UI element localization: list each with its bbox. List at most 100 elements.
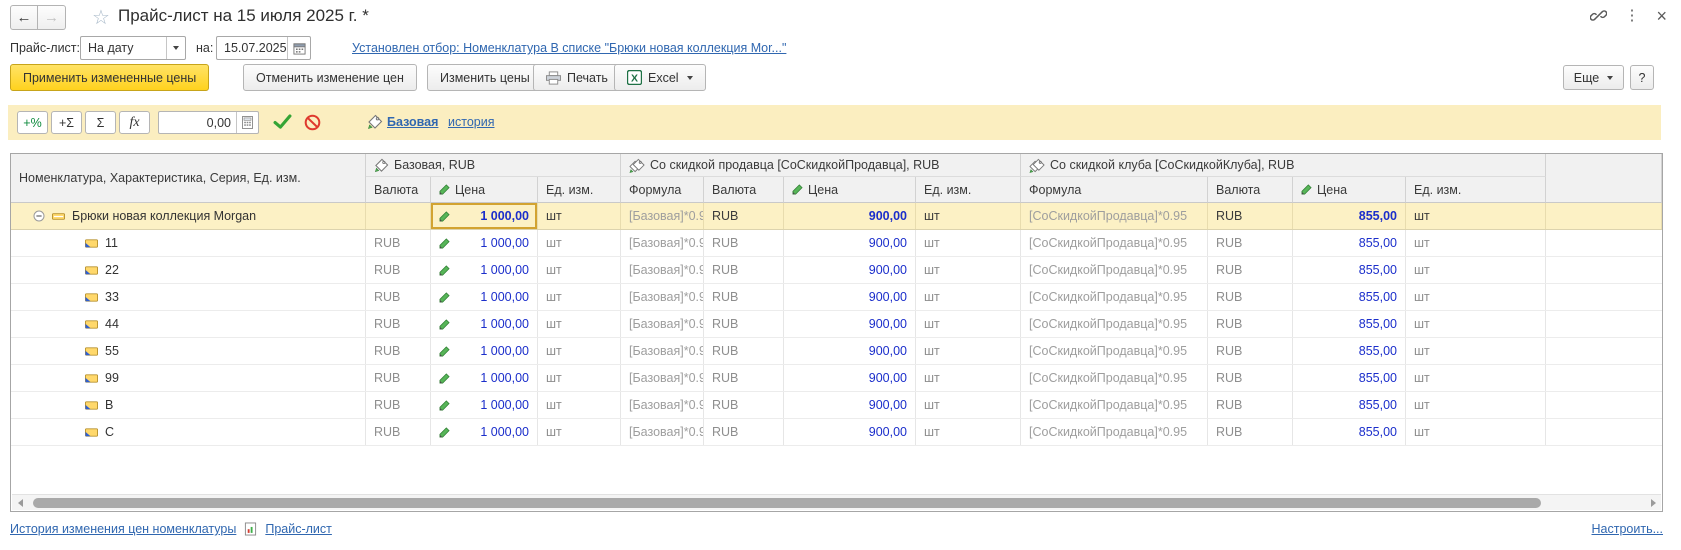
currency-cell[interactable]: RUB [366,257,431,283]
unit-cell[interactable]: шт [1406,284,1546,310]
currency-cell[interactable]: RUB [1208,203,1293,229]
item-name-cell[interactable]: 22 [11,257,366,283]
unit-cell[interactable]: шт [916,230,1021,256]
price-cell[interactable]: 1 000,00 [431,419,538,445]
formula-cell[interactable]: [Базовая]*0.9 [621,257,704,283]
currency-cell[interactable]: RUB [366,365,431,391]
item-name-cell[interactable]: 44 [11,311,366,337]
unit-cell[interactable]: шт [916,419,1021,445]
unit-cell[interactable]: шт [538,419,621,445]
currency-cell[interactable]: RUB [1208,230,1293,256]
formula-cell[interactable]: [Базовая]*0.9 [621,203,704,229]
reject-button[interactable] [304,114,321,131]
formula-cell[interactable]: [Базовая]*0.9 [621,338,704,364]
apply-prices-button[interactable]: Применить измененные цены [10,64,209,91]
currency-cell[interactable]: RUB [704,338,784,364]
unit-cell[interactable]: шт [916,203,1021,229]
scrollbar-thumb[interactable] [33,498,1541,508]
amount-input[interactable]: 0,00 [158,111,259,134]
table-row[interactable]: 99 RUB 1 000,00 шт [Базовая]*0.9 RUB 900… [11,365,1662,392]
currency-cell[interactable]: RUB [1208,338,1293,364]
price-cell[interactable]: 1 000,00 [431,365,538,391]
currency-cell[interactable]: RUB [704,419,784,445]
item-name-cell[interactable]: 33 [11,284,366,310]
horizontal-scrollbar[interactable] [12,494,1661,510]
formula-cell[interactable]: [СоСкидкойПродавца]*0.95 [1021,392,1208,418]
currency-cell[interactable]: RUB [1208,419,1293,445]
currency-cell[interactable]: RUB [1208,392,1293,418]
unit-cell[interactable]: шт [1406,338,1546,364]
currency-cell[interactable]: RUB [1208,257,1293,283]
scroll-right-button[interactable] [1645,495,1661,510]
calculator-button[interactable] [236,112,258,133]
price-cell[interactable]: 900,00 [784,203,916,229]
table-row[interactable]: B RUB 1 000,00 шт [Базовая]*0.9 RUB 900,… [11,392,1662,419]
unit-cell[interactable]: шт [1406,365,1546,391]
table-row[interactable]: 11 RUB 1 000,00 шт [Базовая]*0.9 RUB 900… [11,230,1662,257]
currency-cell[interactable]: RUB [704,392,784,418]
unit-cell[interactable]: шт [538,203,621,229]
favorite-star-icon[interactable]: ☆ [92,5,110,30]
price-cell[interactable]: 1 000,00 [431,257,538,283]
currency-cell[interactable]: RUB [366,230,431,256]
unit-cell[interactable]: шт [916,284,1021,310]
more-button[interactable]: Еще [1563,65,1624,90]
unit-cell[interactable]: шт [1406,257,1546,283]
formula-cell[interactable]: [СоСкидкойПродавца]*0.95 [1021,284,1208,310]
price-cell[interactable]: 900,00 [784,365,916,391]
unit-cell[interactable]: шт [538,392,621,418]
price-cell-selected[interactable]: 1 000,00 [431,203,538,229]
item-name-cell[interactable]: 11 [11,230,366,256]
currency-cell[interactable] [366,203,431,229]
add-percent-button[interactable]: +% [17,111,48,134]
item-name-cell[interactable]: C [11,419,366,445]
link-icon[interactable] [1590,7,1607,24]
pricelist-report-link[interactable]: Прайс-лист [265,522,332,536]
formula-cell[interactable]: [СоСкидкойПродавца]*0.95 [1021,257,1208,283]
group-row[interactable]: Брюки новая коллекция Morgan 1 000,00 шт… [11,203,1662,230]
currency-cell[interactable]: RUB [704,365,784,391]
formula-cell[interactable]: [СоСкидкойПродавца]*0.95 [1021,203,1208,229]
currency-cell[interactable]: RUB [366,284,431,310]
help-button[interactable]: ? [1630,65,1654,90]
formula-cell[interactable]: [Базовая]*0.9 [621,365,704,391]
cancel-price-changes-button[interactable]: Отменить изменение цен [243,64,417,91]
history-link[interactable]: история [448,115,494,129]
item-name-cell[interactable]: 55 [11,338,366,364]
table-row[interactable]: 33 RUB 1 000,00 шт [Базовая]*0.9 RUB 900… [11,284,1662,311]
price-cell[interactable]: 900,00 [784,338,916,364]
unit-cell[interactable]: шт [1406,230,1546,256]
price-cell[interactable]: 900,00 [784,257,916,283]
unit-cell[interactable]: шт [538,230,621,256]
unit-cell[interactable]: шт [538,365,621,391]
currency-cell[interactable]: RUB [704,203,784,229]
unit-cell[interactable]: шт [1406,311,1546,337]
formula-cell[interactable]: [Базовая]*0.9 [621,419,704,445]
price-cell[interactable]: 855,00 [1293,311,1406,337]
formula-cell[interactable]: [СоСкидкойПродавца]*0.95 [1021,338,1208,364]
formula-cell[interactable]: [Базовая]*0.9 [621,230,704,256]
unit-cell[interactable]: шт [1406,392,1546,418]
price-cell[interactable]: 855,00 [1293,230,1406,256]
currency-cell[interactable]: RUB [366,419,431,445]
filter-link[interactable]: Установлен отбор: Номенклатура В списке … [352,41,786,55]
unit-cell[interactable]: шт [538,311,621,337]
unit-cell[interactable]: шт [916,392,1021,418]
price-cell[interactable]: 900,00 [784,392,916,418]
table-row[interactable]: C RUB 1 000,00 шт [Базовая]*0.9 RUB 900,… [11,419,1662,446]
item-name-cell[interactable]: 99 [11,365,366,391]
formula-cell[interactable]: [СоСкидкойПродавца]*0.95 [1021,311,1208,337]
more-menu-icon[interactable]: ⋮ [1624,9,1639,23]
unit-cell[interactable]: шт [538,257,621,283]
currency-cell[interactable]: RUB [1208,311,1293,337]
price-cell[interactable]: 855,00 [1293,365,1406,391]
collapse-toggle[interactable] [33,210,45,222]
currency-cell[interactable]: RUB [704,230,784,256]
formula-cell[interactable]: [СоСкидкойПродавца]*0.95 [1021,230,1208,256]
currency-cell[interactable]: RUB [704,284,784,310]
price-cell[interactable]: 900,00 [784,230,916,256]
price-cell[interactable]: 855,00 [1293,284,1406,310]
unit-cell[interactable]: шт [916,365,1021,391]
set-amount-button[interactable]: Σ [85,111,116,134]
price-cell[interactable]: 855,00 [1293,392,1406,418]
